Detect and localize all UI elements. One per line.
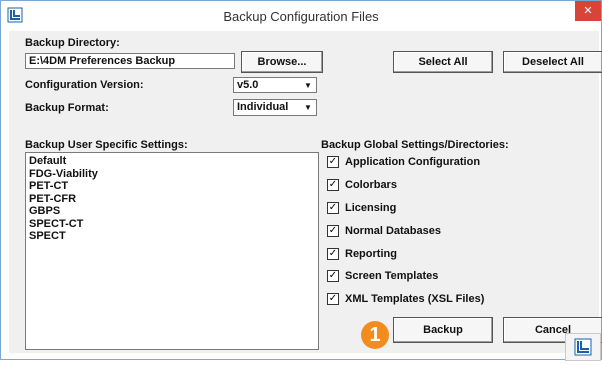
list-item[interactable]: Default: [29, 155, 315, 168]
checkbox[interactable]: ✓: [327, 225, 339, 237]
backup-button[interactable]: Backup: [393, 317, 493, 343]
close-button[interactable]: ✕: [575, 1, 601, 21]
list-item[interactable]: GBPS: [29, 205, 315, 218]
checkbox[interactable]: ✓: [327, 202, 339, 214]
configuration-version-label: Configuration Version:: [25, 79, 144, 91]
checkbox[interactable]: ✓: [327, 248, 339, 260]
deselect-all-button[interactable]: Deselect All: [503, 51, 602, 73]
checkbox[interactable]: ✓: [327, 270, 339, 282]
global-setting-colorbars[interactable]: ✓ Colorbars: [327, 177, 397, 193]
list-item[interactable]: SPECT-CT: [29, 218, 315, 231]
configuration-version-select[interactable]: v5.0 ▼: [233, 77, 317, 93]
user-settings-listbox[interactable]: Default FDG-Viability PET-CT PET-CFR GBP…: [25, 152, 319, 350]
checkbox-label: XML Templates (XSL Files): [345, 293, 485, 305]
list-item[interactable]: FDG-Viability: [29, 168, 315, 181]
chevron-down-icon: ▼: [304, 81, 312, 90]
backup-configuration-window: Backup Configuration Files ✕ Backup Dire…: [0, 0, 602, 361]
user-settings-label: Backup User Specific Settings:: [25, 139, 188, 151]
app-logo-icon: [574, 338, 592, 356]
checkbox-label: Application Configuration: [345, 156, 481, 168]
backup-directory-label: Backup Directory:: [25, 37, 120, 49]
checkbox[interactable]: ✓: [327, 293, 339, 305]
list-item[interactable]: PET-CT: [29, 180, 315, 193]
global-setting-licensing[interactable]: ✓ Licensing: [327, 200, 396, 216]
backup-format-value: Individual: [237, 101, 289, 113]
global-setting-screen-templates[interactable]: ✓ Screen Templates: [327, 268, 438, 284]
step-callout-badge: 1: [361, 321, 389, 349]
backup-directory-input[interactable]: E:\4DM Preferences Backup: [25, 53, 235, 69]
title-bar[interactable]: Backup Configuration Files ✕: [1, 1, 601, 31]
checkbox-label: Colorbars: [345, 179, 397, 191]
global-setting-reporting[interactable]: ✓ Reporting: [327, 246, 397, 262]
list-item[interactable]: SPECT: [29, 230, 315, 243]
global-setting-xml-templates[interactable]: ✓ XML Templates (XSL Files): [327, 291, 484, 307]
browse-button[interactable]: Browse...: [241, 51, 323, 73]
global-settings-label: Backup Global Settings/Directories:: [321, 139, 509, 151]
backup-format-label: Backup Format:: [25, 102, 109, 114]
checkbox[interactable]: ✓: [327, 179, 339, 191]
checkbox-label: Licensing: [345, 202, 397, 214]
global-setting-application-configuration[interactable]: ✓ Application Configuration: [327, 154, 480, 170]
checkbox-label: Normal Databases: [345, 225, 441, 237]
backup-format-select[interactable]: Individual ▼: [233, 99, 317, 116]
select-all-button[interactable]: Select All: [393, 51, 493, 73]
configuration-version-value: v5.0: [237, 79, 259, 91]
list-item[interactable]: PET-CFR: [29, 193, 315, 206]
close-icon: ✕: [583, 5, 593, 17]
checkbox-label: Reporting: [345, 248, 397, 260]
chevron-down-icon: ▼: [304, 103, 312, 112]
global-setting-normal-databases[interactable]: ✓ Normal Databases: [327, 223, 441, 239]
checkbox[interactable]: ✓: [327, 156, 339, 168]
taskbar-app-icon[interactable]: [565, 333, 601, 361]
checkbox-label: Screen Templates: [345, 270, 439, 282]
window-title: Backup Configuration Files: [223, 9, 379, 24]
dialog-body: Backup Directory: E:\4DM Preferences Bac…: [9, 31, 602, 353]
